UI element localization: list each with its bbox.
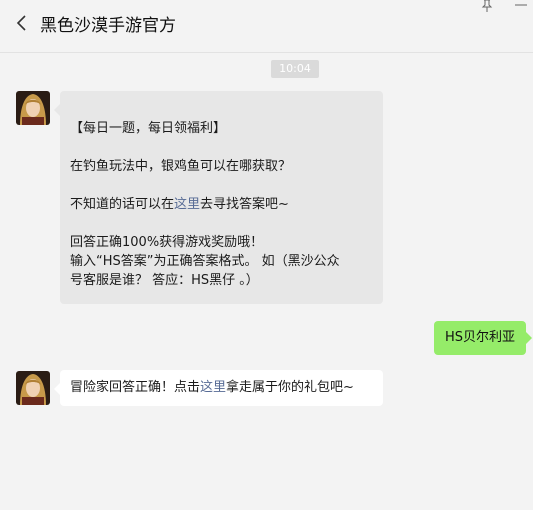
timestamp-badge: 10:04 <box>271 60 319 78</box>
message-text: 拿走属于你的礼包吧~ <box>226 380 354 395</box>
message-line: 冒险家回答正确！点击这里拿走属于你的礼包吧~ <box>70 380 354 395</box>
minimize-icon[interactable] <box>514 0 528 10</box>
message-line: 回答正确100%获得游戏奖励哦！ <box>70 235 264 250</box>
avatar[interactable] <box>16 91 50 125</box>
message-bubble-reply: 冒险家回答正确！点击这里拿走属于你的礼包吧~ <box>54 370 383 406</box>
character-avatar-icon <box>16 91 50 125</box>
avatar[interactable] <box>16 371 50 405</box>
message-line: 【每日一题，每日领福利】 <box>70 121 227 136</box>
pin-icon[interactable] <box>480 0 494 12</box>
back-arrow-icon[interactable] <box>14 13 30 33</box>
chat-header: 黑色沙漠手游官方 <box>0 0 533 53</box>
here-link[interactable]: 这里 <box>200 380 226 395</box>
message-text: 冒险家回答正确！点击 <box>70 380 201 395</box>
message-line: 输入“HS答案”为正确答案格式。 如（黑沙公众 <box>70 254 340 269</box>
message-text: 不知道的话可以在 <box>70 197 175 212</box>
message-text: 去寻找答案吧~ <box>200 197 289 212</box>
here-link[interactable]: 这里 <box>174 197 200 212</box>
message-bubble-quiz: 【每日一题，每日领福利】 在钓鱼玩法中，银鸡鱼可以在哪获取？ 不知道的话可以在这… <box>54 91 383 304</box>
message-bubble-user: HS贝尔利亚 <box>434 321 532 355</box>
message-line: 在钓鱼玩法中，银鸡鱼可以在哪获取？ <box>70 159 292 174</box>
message-line: 不知道的话可以在这里去寻找答案吧~ <box>70 195 373 214</box>
chat-title: 黑色沙漠手游官方 <box>40 16 176 36</box>
message-line: 号客服是谁？ 答应：HS黑仔 。） <box>70 273 259 288</box>
character-avatar-icon <box>16 371 50 405</box>
